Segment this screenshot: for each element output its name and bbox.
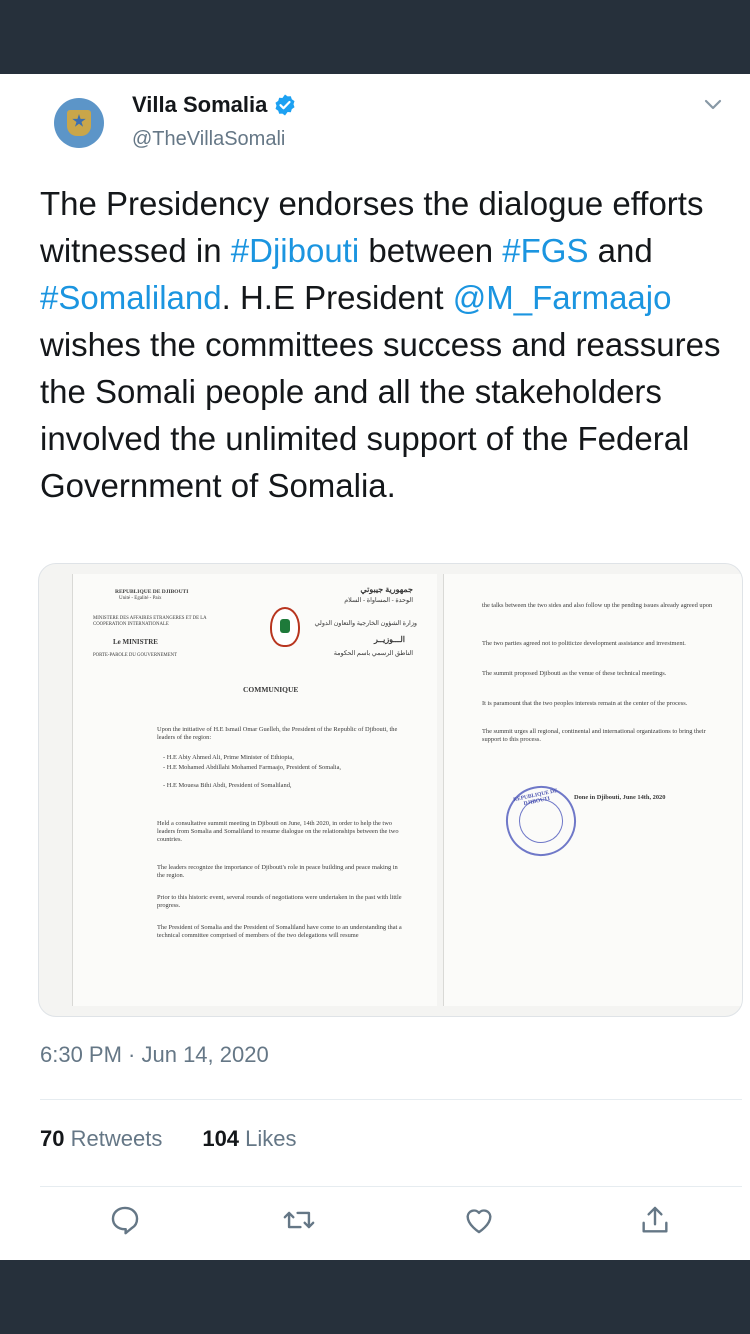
retweets-count: 70 xyxy=(40,1126,65,1151)
tweet-text-segment: . H.E President xyxy=(221,279,453,316)
tweet-text-segment: and xyxy=(588,232,653,269)
document-page-right: the talks between the two sides and also… xyxy=(443,574,742,1006)
divider xyxy=(40,1099,742,1100)
doc-bullet-3: - H.E Mouesa Bihi Abdi, President of Som… xyxy=(163,782,292,789)
doc-header-right-2: الوحدة - المساواة - السلام xyxy=(344,597,413,604)
likes-stat[interactable]: 104 Likes xyxy=(202,1126,296,1152)
retweet-button[interactable] xyxy=(279,1200,319,1240)
doc-header-left-2: Unité - Egalité - Paix xyxy=(119,596,162,601)
doc-header-right-4: الـــوزيــر xyxy=(373,635,405,644)
tweet-text-segment: wishes the committees success and reassu… xyxy=(40,326,721,504)
doc-title: COMMUNIQUE xyxy=(243,685,299,694)
doc-header-right-1: جمهورية جيبوتي xyxy=(360,585,413,594)
doc-paragraph-5: The President of Somalia and the Preside… xyxy=(157,924,402,939)
share-icon xyxy=(642,1206,668,1233)
engagement-stats: 70 Retweets 104 Likes xyxy=(40,1126,297,1152)
reply-button[interactable] xyxy=(105,1200,145,1240)
doc-paragraph-1: Upon the initiative of H.E Ismail Omar G… xyxy=(157,726,398,741)
share-button[interactable] xyxy=(635,1200,675,1240)
likes-count: 104 xyxy=(202,1126,240,1151)
verified-badge-icon xyxy=(275,94,295,116)
reply-icon xyxy=(111,1206,139,1235)
djibouti-coat-of-arms-icon xyxy=(270,607,300,647)
like-icon xyxy=(466,1209,492,1234)
tweet-timestamp[interactable]: 6:30 PM · Jun 14, 2020 xyxy=(40,1042,269,1068)
doc-right-paragraph-5: The summit urges all regional, continent… xyxy=(482,728,706,743)
retweet-icon xyxy=(283,1211,315,1229)
doc-header-right-3: وزارة الشؤون الخارجية والتعاون الدولي xyxy=(314,620,417,627)
doc-bullet-1: - H.E Abiy Ahmed Ali, Prime Minister of … xyxy=(163,754,294,761)
doc-right-paragraph-4: It is paramount that the two peoples int… xyxy=(482,700,688,707)
doc-header-right-5: الناطق الرسمي باسم الحكومة xyxy=(333,650,413,657)
likes-label: Likes xyxy=(245,1126,297,1151)
doc-paragraph-4: Prior to this historic event, several ro… xyxy=(157,894,402,909)
document-page-left: REPUBLIQUE DE DJIBOUTI Unité - Egalité -… xyxy=(72,574,437,1006)
doc-right-paragraph-1: the talks between the two sides and also… xyxy=(482,602,713,609)
attached-document-image[interactable]: REPUBLIQUE DE DJIBOUTI Unité - Egalité -… xyxy=(38,563,743,1017)
top-status-bar xyxy=(0,0,750,74)
somalia-emblem-icon xyxy=(67,110,91,136)
like-button[interactable] xyxy=(459,1200,499,1240)
avatar[interactable] xyxy=(54,98,104,148)
bottom-bar xyxy=(0,1260,750,1334)
doc-right-paragraph-2: The two parties agreed not to politicize… xyxy=(482,640,686,647)
tweet-text-segment: between xyxy=(359,232,503,269)
mention-farmaajo-link[interactable]: @M_Farmaajo xyxy=(453,279,672,316)
action-bar xyxy=(0,1200,750,1242)
account-handle[interactable]: @TheVillaSomali xyxy=(132,128,285,151)
retweets-label: Retweets xyxy=(70,1126,163,1151)
doc-porte-parole: PORTE-PAROLE DU GOUVERNEMENT xyxy=(93,653,178,658)
chevron-down-icon[interactable] xyxy=(700,92,726,118)
tweet-text: The Presidency endorses the dialogue eff… xyxy=(40,180,745,509)
account-name[interactable]: Villa Somalia xyxy=(132,92,267,118)
doc-minister: Le MINISTRE xyxy=(113,638,158,646)
hashtag-djibouti-link[interactable]: #Djibouti xyxy=(231,232,359,269)
retweets-stat[interactable]: 70 Retweets xyxy=(40,1126,162,1152)
doc-right-paragraph-3: The summit proposed Djibouti as the venu… xyxy=(482,670,667,677)
doc-header-left-3: MINISTERE DES AFFAIRES ETRANGERES ET DE … xyxy=(93,616,207,627)
divider xyxy=(40,1186,742,1187)
hashtag-fgs-link[interactable]: #FGS xyxy=(502,232,588,269)
doc-paragraph-2: Held a consultative summit meeting in Dj… xyxy=(157,820,399,843)
doc-bullet-2: - H.E Mohamed Abdillahi Mohamed Farmaajo… xyxy=(163,764,342,771)
official-stamp-icon: REPUBLIQUE DE DJIBOUTI xyxy=(499,779,583,863)
hashtag-somaliland-link[interactable]: #Somaliland xyxy=(40,279,222,316)
doc-done-line: Done in Djibouti, June 14th, 2020 xyxy=(574,794,666,801)
doc-paragraph-3: The leaders recognize the importance of … xyxy=(157,864,398,879)
account-name-row[interactable]: Villa Somalia xyxy=(132,92,297,118)
